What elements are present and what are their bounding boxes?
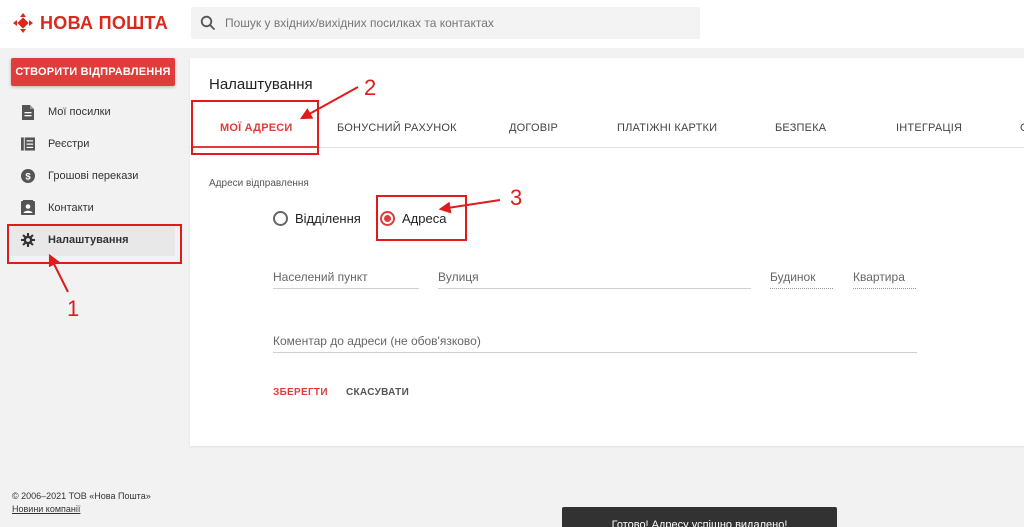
house-field[interactable] <box>770 266 833 290</box>
top-bar: НОВА ПОШТА <box>0 0 1024 48</box>
snackbar: Готово! Адресу успішно видалено! <box>562 507 837 527</box>
tab-more[interactable]: С <box>1020 122 1024 134</box>
sidebar-item-label: Реєстри <box>48 138 90 150</box>
radio-branch-label: Відділення <box>295 211 361 226</box>
sidebar-item-label: Мої посилки <box>48 106 111 118</box>
document-icon <box>21 104 35 120</box>
comment-field[interactable] <box>273 330 917 354</box>
save-button[interactable]: ЗБЕРЕГТИ <box>273 387 328 398</box>
apartment-input[interactable] <box>853 266 916 289</box>
money-icon: $ <box>21 168 35 184</box>
radio-branch[interactable]: Відділення <box>273 211 361 226</box>
apartment-field[interactable] <box>853 266 916 290</box>
annotation-number-2: 2 <box>364 75 377 100</box>
create-shipment-button[interactable]: СТВОРИТИ ВІДПРАВЛЕННЯ <box>11 58 175 86</box>
nova-poshta-logo-icon <box>12 12 34 34</box>
annotation-number-1: 1 <box>67 296 80 321</box>
comment-input[interactable] <box>273 330 917 353</box>
annotation-box-tab <box>191 100 319 155</box>
sidebar-item-money-transfers[interactable]: $ Грошові перекази <box>11 160 175 192</box>
tab-integration[interactable]: ІНТЕГРАЦІЯ <box>896 122 962 134</box>
footer: © 2006–2021 ТОВ «Нова Пошта» Новини комп… <box>12 491 151 514</box>
sidebar-item-my-parcels[interactable]: Мої посилки <box>11 96 175 128</box>
sidebar-item-contacts[interactable]: Контакти <box>11 192 175 224</box>
city-field[interactable] <box>273 266 419 290</box>
sidebar-item-label: Грошові перекази <box>48 170 139 182</box>
section-label: Адреси відправлення <box>209 178 309 189</box>
tab-bonus-account[interactable]: БОНУСНИЙ РАХУНОК <box>337 122 457 134</box>
svg-text:$: $ <box>25 172 31 183</box>
page-title: Налаштування <box>209 76 313 93</box>
tab-contract[interactable]: ДОГОВІР <box>509 122 558 134</box>
company-news-link[interactable]: Новини компанії <box>12 504 151 514</box>
sidebar-item-label: Контакти <box>48 202 94 214</box>
tab-payment-cards[interactable]: ПЛАТІЖНІ КАРТКИ <box>617 122 717 134</box>
street-field[interactable] <box>438 266 751 290</box>
logo[interactable]: НОВА ПОШТА <box>12 10 168 36</box>
logo-text: НОВА ПОШТА <box>40 12 168 33</box>
search-input[interactable] <box>225 16 665 30</box>
copyright-text: © 2006–2021 ТОВ «Нова Пошта» <box>12 491 151 501</box>
city-input[interactable] <box>273 266 419 289</box>
house-input[interactable] <box>770 266 833 289</box>
street-input[interactable] <box>438 266 751 289</box>
search-bar[interactable] <box>191 7 700 39</box>
annotation-box-settings <box>7 224 182 264</box>
tab-security[interactable]: БЕЗПЕКА <box>775 122 826 134</box>
annotation-box-radio <box>376 195 467 241</box>
cancel-button[interactable]: СКАСУВАТИ <box>346 387 409 398</box>
radio-unchecked-icon[interactable] <box>273 211 288 226</box>
search-icon <box>191 7 225 39</box>
contacts-icon <box>21 200 35 216</box>
annotation-number-3: 3 <box>510 185 523 210</box>
sidebar-item-registries[interactable]: Реєстри <box>11 128 175 160</box>
registry-icon <box>21 136 35 152</box>
